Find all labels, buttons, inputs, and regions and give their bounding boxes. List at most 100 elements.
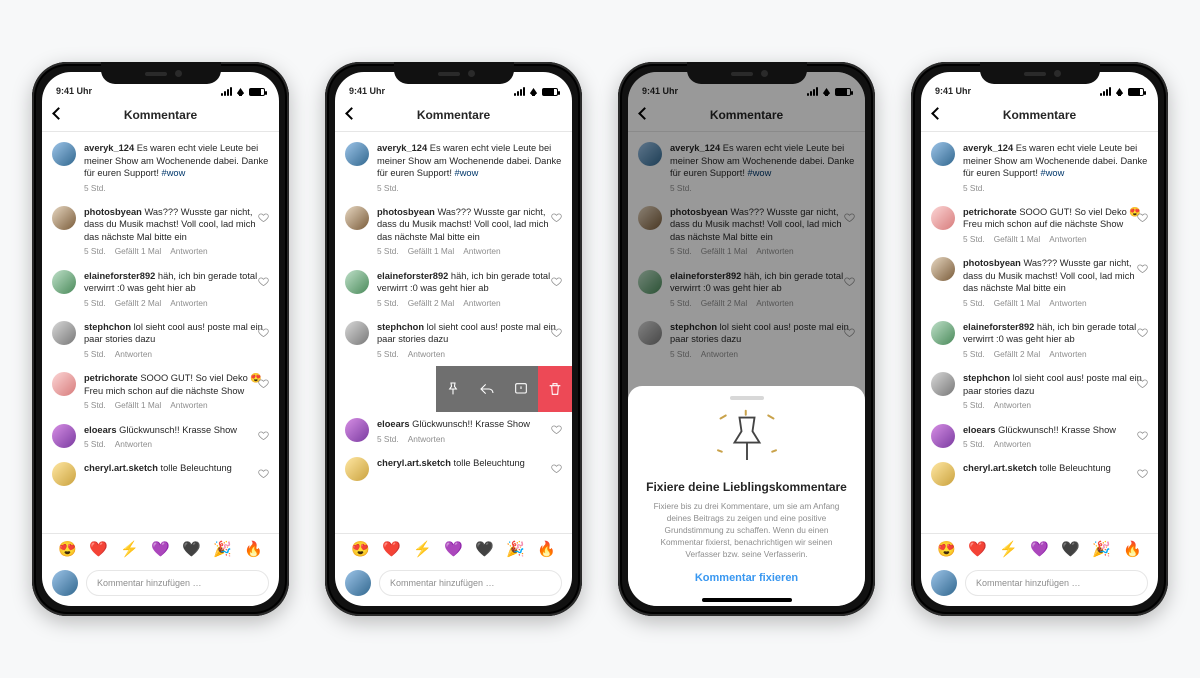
comment-meta-item[interactable]: Antworten xyxy=(170,400,207,411)
avatar[interactable] xyxy=(345,418,369,442)
like-comment-button[interactable] xyxy=(258,274,269,285)
comment-row[interactable]: averyk_124 Es waren echt viele Leute bei… xyxy=(42,136,279,200)
comment-meta-item[interactable]: Antworten xyxy=(994,439,1031,450)
comment-row[interactable]: photosbyean Was??? Wusste gar nicht, das… xyxy=(335,200,572,264)
comment-meta-item[interactable]: Antworten xyxy=(1049,298,1086,309)
avatar[interactable] xyxy=(345,457,369,481)
comment-row[interactable]: cheryl.art.sketch tolle Beleuchtung xyxy=(921,456,1158,492)
comment-username[interactable]: stephchon xyxy=(377,322,424,332)
pin-comment-button[interactable] xyxy=(436,366,470,412)
comment-row[interactable]: eloears Glückwunsch!! Krasse Show 5 Std.… xyxy=(335,412,572,451)
emoji-button[interactable]: ❤️ xyxy=(89,540,108,558)
avatar[interactable] xyxy=(931,372,955,396)
comment-username[interactable]: photosbyean xyxy=(963,258,1021,268)
emoji-button[interactable]: 🔥 xyxy=(1123,540,1142,558)
comment-meta-item[interactable]: Antworten xyxy=(115,349,152,360)
comment-meta-item[interactable]: Antworten xyxy=(115,439,152,450)
back-button[interactable] xyxy=(50,106,68,124)
avatar[interactable] xyxy=(52,321,76,345)
comment-meta-item[interactable]: Gefällt 2 Mal xyxy=(994,349,1041,360)
comment-meta-item[interactable]: Gefällt 2 Mal xyxy=(115,298,162,309)
comment-username[interactable]: averyk_124 xyxy=(84,143,134,153)
comment-username[interactable]: stephchon xyxy=(963,373,1010,383)
comments-list[interactable]: averyk_124 Es waren echt viele Leute bei… xyxy=(42,132,279,533)
comment-meta-item[interactable]: Antworten xyxy=(170,246,207,257)
comment-username[interactable]: eloears xyxy=(84,425,117,435)
emoji-button[interactable]: ⚡ xyxy=(120,540,139,558)
comment-row[interactable]: elaineforster892 häh, ich bin gerade tot… xyxy=(42,264,279,315)
hashtag[interactable]: #wow xyxy=(455,168,479,178)
emoji-button[interactable]: 🖤 xyxy=(475,540,494,558)
like-comment-button[interactable] xyxy=(551,210,562,221)
comment-username[interactable]: cheryl.art.sketch xyxy=(963,463,1037,473)
like-comment-button[interactable] xyxy=(258,210,269,221)
comment-meta-item[interactable]: Antworten xyxy=(1049,349,1086,360)
comment-row[interactable]: cheryl.art.sketch tolle Beleuchtung xyxy=(335,451,572,487)
emoji-button[interactable]: 💜 xyxy=(151,540,170,558)
comment-row-swiped[interactable]: viel Deko 😍ste Show xyxy=(335,366,572,412)
avatar[interactable] xyxy=(345,206,369,230)
comment-row[interactable]: photosbyean Was??? Wusste gar nicht, das… xyxy=(42,200,279,264)
comment-username[interactable]: photosbyean xyxy=(84,207,142,217)
emoji-button[interactable]: 🖤 xyxy=(1061,540,1080,558)
sheet-grabber[interactable] xyxy=(730,396,764,400)
avatar[interactable] xyxy=(52,372,76,396)
comment-meta-item[interactable]: Gefällt 1 Mal xyxy=(115,246,162,257)
comment-row[interactable]: cheryl.art.sketch tolle Beleuchtung xyxy=(42,456,279,492)
hashtag[interactable]: #wow xyxy=(1041,168,1065,178)
comment-row[interactable]: stephchon lol sieht cool aus! poste mal … xyxy=(335,315,572,366)
emoji-button[interactable]: ⚡ xyxy=(413,540,432,558)
emoji-button[interactable]: 🖤 xyxy=(182,540,201,558)
like-comment-button[interactable] xyxy=(1137,428,1148,439)
comment-meta-item[interactable]: Antworten xyxy=(463,246,500,257)
hashtag[interactable]: #wow xyxy=(162,168,186,178)
like-comment-button[interactable] xyxy=(258,428,269,439)
home-indicator[interactable] xyxy=(702,598,792,602)
comment-row[interactable]: averyk_124 Es waren echt viele Leute bei… xyxy=(335,136,572,200)
like-comment-button[interactable] xyxy=(258,376,269,387)
comment-username[interactable]: cheryl.art.sketch xyxy=(84,463,158,473)
like-comment-button[interactable] xyxy=(551,274,562,285)
comment-meta-item[interactable]: Gefällt 1 Mal xyxy=(408,246,455,257)
comment-username[interactable]: petrichorate xyxy=(84,373,138,383)
comment-username[interactable]: cheryl.art.sketch xyxy=(377,458,451,468)
avatar[interactable] xyxy=(345,270,369,294)
like-comment-button[interactable] xyxy=(258,325,269,336)
like-comment-button[interactable] xyxy=(551,422,562,433)
avatar[interactable] xyxy=(52,424,76,448)
emoji-button[interactable]: 😍 xyxy=(351,540,370,558)
comment-row[interactable]: eloears Glückwunsch!! Krasse Show 5 Std.… xyxy=(42,418,279,457)
comment-meta-item[interactable]: Antworten xyxy=(408,434,445,445)
avatar[interactable] xyxy=(931,206,955,230)
comment-row[interactable]: petrichorate SOOO GUT! So viel Deko 😍 Fr… xyxy=(42,366,279,417)
comment-row[interactable]: stephchon lol sieht cool aus! poste mal … xyxy=(42,315,279,366)
comment-meta-item[interactable]: Gefällt 1 Mal xyxy=(115,400,162,411)
emoji-button[interactable]: ❤️ xyxy=(968,540,987,558)
comment-username[interactable]: averyk_124 xyxy=(377,143,427,153)
comment-username[interactable]: photosbyean xyxy=(377,207,435,217)
comment-username[interactable]: eloears xyxy=(963,425,996,435)
comment-meta-item[interactable]: Antworten xyxy=(408,349,445,360)
comment-input[interactable]: Kommentar hinzufügen … xyxy=(86,570,269,596)
emoji-button[interactable]: 💜 xyxy=(1030,540,1049,558)
comment-row[interactable]: photosbyean Was??? Wusste gar nicht, das… xyxy=(921,251,1158,315)
comment-meta-item[interactable]: Gefällt 1 Mal xyxy=(994,234,1041,245)
comment-row[interactable]: averyk_124 Es waren echt viele Leute bei… xyxy=(921,136,1158,200)
comment-meta-item[interactable]: Antworten xyxy=(1049,234,1086,245)
emoji-button[interactable]: 😍 xyxy=(58,540,77,558)
avatar[interactable] xyxy=(931,462,955,486)
emoji-button[interactable]: 🔥 xyxy=(244,540,263,558)
emoji-button[interactable]: 🔥 xyxy=(537,540,556,558)
comment-meta-item[interactable]: Antworten xyxy=(994,400,1031,411)
like-comment-button[interactable] xyxy=(1137,210,1148,221)
back-button[interactable] xyxy=(343,106,361,124)
emoji-button[interactable]: 🎉 xyxy=(213,540,232,558)
avatar[interactable] xyxy=(345,142,369,166)
emoji-button[interactable]: ❤️ xyxy=(382,540,401,558)
avatar[interactable] xyxy=(931,142,955,166)
avatar[interactable] xyxy=(52,142,76,166)
report-comment-button[interactable] xyxy=(504,366,538,412)
pin-confirm-button[interactable]: Kommentar fixieren xyxy=(646,572,847,584)
like-comment-button[interactable] xyxy=(1137,261,1148,272)
comment-username[interactable]: stephchon xyxy=(84,322,131,332)
